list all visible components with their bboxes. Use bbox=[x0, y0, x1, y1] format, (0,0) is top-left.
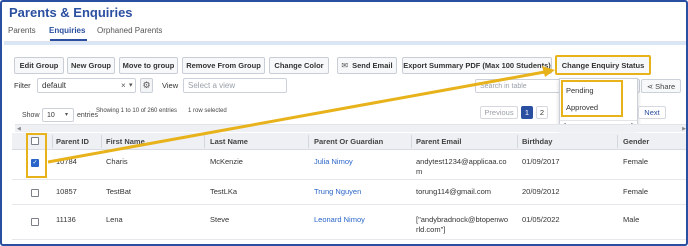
app-frame: Parents & Enquiries Parents Enquiries Or… bbox=[0, 0, 688, 246]
annotation-arrow bbox=[47, 66, 555, 164]
